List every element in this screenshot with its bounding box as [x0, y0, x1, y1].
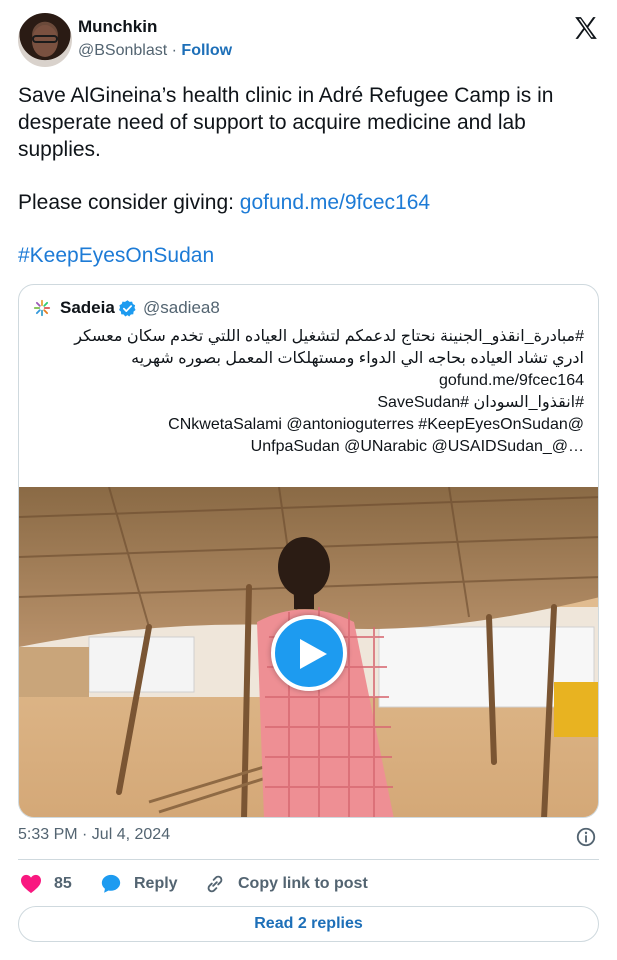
tweet-text-cta: Please consider giving: gofund.me/9fcec1…	[18, 191, 431, 214]
tweet-text-paragraph: Save AlGineina’s health clinic in Adré R…	[18, 84, 554, 161]
sadeia-logo-icon	[33, 299, 51, 317]
read-replies-button[interactable]: Read 2 replies	[18, 906, 599, 942]
play-icon	[300, 639, 327, 669]
avatar[interactable]	[18, 13, 72, 67]
quoted-author-name: Sadeia	[60, 298, 115, 317]
tweet-body: Save AlGineina’s health clinic in Adré R…	[18, 82, 603, 269]
info-icon[interactable]	[575, 826, 597, 848]
follow-link[interactable]: Follow	[181, 42, 232, 59]
quoted-line: @CNkwetaSalami @antonioguterres #KeepEye…	[168, 416, 584, 433]
author-handle[interactable]: @BSonblast	[78, 42, 167, 59]
quoted-line: #مبادرة_انقذو_الجنينة نحتاج لدعمكم لتشغي…	[74, 328, 584, 345]
link-icon	[207, 875, 223, 893]
quoted-line: ادري تشاد العياده بحاجه الي الدواء ومسته…	[131, 350, 584, 367]
handle-separator: ·	[171, 42, 177, 59]
hashtag-link[interactable]: #KeepEyesOnSudan	[18, 242, 603, 269]
play-button[interactable]	[271, 615, 347, 691]
gofund-link[interactable]: gofund.me/9fcec164	[240, 191, 430, 214]
quoted-line: gofund.me/9fcec164	[439, 372, 584, 389]
copy-link-button[interactable]: Copy link to post	[204, 870, 368, 898]
video-thumbnail[interactable]	[19, 487, 598, 817]
reply-label: Reply	[134, 875, 178, 892]
author-handle-row: @BSonblast · Follow	[78, 42, 232, 60]
tweet-header: Munchkin @BSonblast · Follow	[18, 13, 603, 69]
reply-button[interactable]: Reply	[100, 870, 178, 898]
author-display-name[interactable]: Munchkin	[78, 17, 157, 37]
embedded-tweet-card: Munchkin @BSonblast · Follow Save AlGine…	[0, 0, 617, 960]
tweet-timestamp[interactable]: 5:33 PM · Jul 4, 2024	[18, 826, 170, 844]
like-button[interactable]: 85	[20, 870, 72, 898]
heart-icon	[21, 874, 41, 894]
quoted-line: #انقذوا_السودان #SaveSudan	[377, 394, 584, 411]
quoted-line: …@_UnfpaSudan @UNarabic @USAIDSudan	[250, 438, 584, 455]
like-count: 85	[54, 875, 72, 892]
copy-link-label: Copy link to post	[238, 875, 368, 892]
reply-bubble-icon	[101, 874, 121, 893]
divider	[18, 859, 599, 860]
action-bar: 85 Reply Copy link to post	[18, 870, 599, 898]
quoted-author-handle: @sadiea8	[143, 298, 220, 317]
x-logo-icon[interactable]	[573, 15, 599, 41]
quoted-tweet-text: #مبادرة_انقذو_الجنينة نحتاج لدعمكم لتشغي…	[29, 326, 584, 458]
verified-badge-icon	[119, 300, 136, 317]
quoted-tweet[interactable]: Sadeia @sadiea8 #مبادرة_انقذو_الجنينة نح…	[18, 284, 599, 818]
